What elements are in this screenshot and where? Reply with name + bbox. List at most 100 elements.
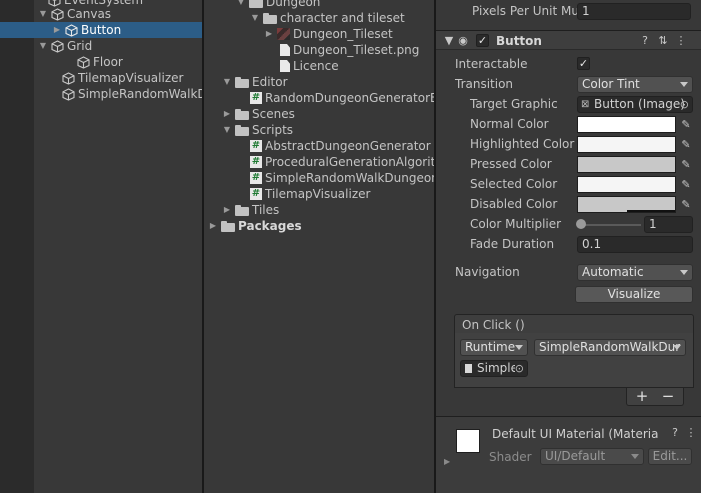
color-multiplier-label: Color Multiplier — [470, 217, 562, 231]
folder-icon — [249, 0, 263, 8]
target-graphic-field[interactable]: ⊠ Button (Image) ⊙ — [577, 96, 693, 113]
component-enabled-checkbox[interactable]: ✓ — [476, 34, 489, 47]
eyedropper-icon[interactable]: ✎ — [679, 198, 693, 212]
remove-event-button[interactable]: − — [659, 388, 677, 405]
object-picker-icon[interactable]: ⊙ — [514, 361, 524, 376]
project-item-label: Dungeon_Tileset.png — [293, 43, 420, 57]
runtime-dropdown[interactable]: Runtime — [460, 339, 528, 356]
project-folder-scripts[interactable]: ▼ Scripts — [222, 122, 293, 138]
navigation-value: Automatic — [582, 265, 644, 279]
folder-icon — [221, 220, 235, 232]
eyedropper-icon[interactable]: ✎ — [679, 138, 693, 152]
foldout-arrow-icon[interactable]: ▼ — [442, 34, 456, 48]
function-dropdown[interactable]: SimpleRandomWalkDur — [534, 339, 686, 356]
target-graphic-value: Button (Image) — [594, 97, 685, 111]
project-item-licence[interactable]: Licence — [280, 58, 339, 74]
project-folder-scenes[interactable]: ▶ Scenes — [222, 106, 295, 122]
hierarchy-item-canvas[interactable]: ▼ Canvas — [40, 6, 111, 22]
expand-arrow-icon[interactable]: ▼ — [222, 74, 232, 90]
expand-arrow-icon[interactable]: ▼ — [38, 38, 48, 54]
shader-dropdown[interactable]: UI/Default — [540, 448, 644, 465]
object-picker-icon[interactable]: ⊙ — [680, 97, 689, 112]
eyedropper-icon[interactable]: ✎ — [679, 118, 693, 132]
edit-shader-button[interactable]: Edit... — [648, 448, 692, 465]
normal-color-label: Normal Color — [470, 117, 549, 131]
folder-icon — [235, 76, 249, 88]
hierarchy-item-floor[interactable]: Floor — [77, 54, 123, 70]
expand-arrow-icon[interactable]: ▼ — [250, 10, 260, 26]
target-graphic-label: Target Graphic — [470, 97, 558, 111]
target-object-field[interactable]: Simple ⊙ — [460, 360, 528, 377]
project-folder-tiles[interactable]: ▶ Tiles — [222, 202, 279, 218]
button-component-icon: ◉ — [458, 34, 468, 47]
help-icon[interactable]: ? — [668, 426, 682, 440]
project-item-abstractdungeongenerator[interactable]: # AbstractDungeonGenerator — [250, 138, 431, 154]
color-multiplier-handle[interactable] — [576, 219, 586, 229]
project-folder-editor[interactable]: ▼ Editor — [222, 74, 288, 90]
project-item-randomdungeongeneratoreditor[interactable]: # RandomDungeonGeneratorEd — [250, 90, 434, 106]
color-multiplier-field[interactable]: 1 — [644, 216, 693, 233]
normal-color-swatch[interactable] — [577, 116, 676, 133]
interactable-label: Interactable — [455, 57, 528, 71]
gameobject-icon — [51, 7, 64, 21]
gameobject-icon — [77, 55, 90, 69]
project-item-simplerandomwalkdungeongenerator[interactable]: # SimpleRandomWalkDungeonG — [250, 170, 434, 186]
material-section: Default UI Material (Materia ? ⋮ ▶ Shade… — [436, 417, 701, 493]
more-options-icon[interactable]: ⋮ — [674, 34, 688, 48]
shader-label: Shader — [489, 450, 532, 464]
project-item-proceduralgenerationalgorithms[interactable]: # ProceduralGenerationAlgorith — [250, 154, 434, 170]
project-folder-dungeon[interactable]: ▼ Dungeon — [236, 0, 320, 10]
project-item-dungeon-tileset-png[interactable]: Dungeon_Tileset.png — [280, 42, 419, 58]
transition-label: Transition — [455, 77, 514, 91]
expand-arrow-icon[interactable]: ▶ — [208, 218, 218, 234]
help-icon[interactable]: ? — [638, 34, 652, 48]
presets-icon[interactable]: ⇅ — [656, 34, 670, 48]
expand-arrow-icon[interactable]: ▶ — [222, 106, 232, 122]
hierarchy-item-tilemapvisualizer[interactable]: TilemapVisualizer — [62, 70, 183, 86]
project-folder-character-and-tileset[interactable]: ▼ character and tileset — [250, 10, 405, 26]
eyedropper-icon[interactable]: ✎ — [679, 158, 693, 172]
eyedropper-icon[interactable]: ✎ — [679, 178, 693, 192]
expand-arrow-icon[interactable]: ▼ — [38, 6, 48, 22]
hierarchy-item-button[interactable]: ▶ Button — [0, 22, 203, 38]
button-component-header[interactable]: ▼ ◉ ✓ Button ? ⇅ ⋮ — [436, 30, 701, 50]
runtime-value: Runtime — [465, 340, 516, 354]
project-folder-packages[interactable]: ▶ Packages — [208, 218, 302, 234]
navigation-dropdown[interactable]: Automatic — [577, 264, 693, 281]
pixels-per-unit-field[interactable]: 1 — [577, 3, 691, 20]
tileset-image-icon — [277, 28, 290, 40]
chevron-down-icon — [680, 270, 688, 275]
onclick-label: On Click () — [462, 318, 525, 332]
transition-dropdown[interactable]: Color Tint — [577, 76, 693, 93]
script-object-icon — [465, 364, 472, 373]
visualize-button[interactable]: Visualize — [575, 286, 693, 303]
disabled-color-swatch[interactable] — [577, 196, 676, 213]
gameobject-icon — [62, 87, 75, 101]
folder-icon — [235, 124, 249, 136]
more-options-icon[interactable]: ⋮ — [684, 426, 698, 440]
hierarchy-item-label: Floor — [93, 55, 123, 69]
hierarchy-item-grid[interactable]: ▼ Grid — [40, 38, 92, 54]
expand-arrow-icon[interactable]: ▶ — [222, 202, 232, 218]
folder-icon — [235, 108, 249, 120]
project-item-label: RandomDungeonGeneratorEd — [265, 91, 434, 105]
interactable-checkbox[interactable]: ✓ — [577, 57, 590, 70]
color-multiplier-track[interactable] — [579, 224, 641, 226]
chevron-down-icon — [680, 82, 688, 87]
project-item-label: Dungeon_Tileset — [293, 27, 393, 41]
project-item-tilemapvisualizer[interactable]: # TilemapVisualizer — [250, 186, 370, 202]
pressed-color-swatch[interactable] — [577, 156, 676, 173]
add-event-button[interactable]: + — [633, 388, 651, 405]
fade-duration-field[interactable]: 0.1 — [577, 236, 693, 253]
event-list-footer: + − — [626, 388, 684, 406]
foldout-arrow-icon[interactable]: ▶ — [444, 457, 450, 466]
expand-arrow-icon[interactable]: ▼ — [222, 122, 232, 138]
expand-arrow-icon[interactable]: ▼ — [236, 0, 246, 10]
highlighted-color-swatch[interactable] — [577, 136, 676, 153]
hierarchy-item-simplerandomwalk[interactable]: SimpleRandomWalkD — [62, 86, 203, 102]
chevron-down-icon — [515, 345, 523, 350]
expand-arrow-icon[interactable]: ▶ — [52, 22, 62, 38]
selected-color-swatch[interactable] — [577, 176, 676, 193]
project-item-dungeon-tileset[interactable]: ▶ Dungeon_Tileset — [264, 26, 393, 42]
expand-arrow-icon[interactable]: ▶ — [264, 26, 274, 42]
